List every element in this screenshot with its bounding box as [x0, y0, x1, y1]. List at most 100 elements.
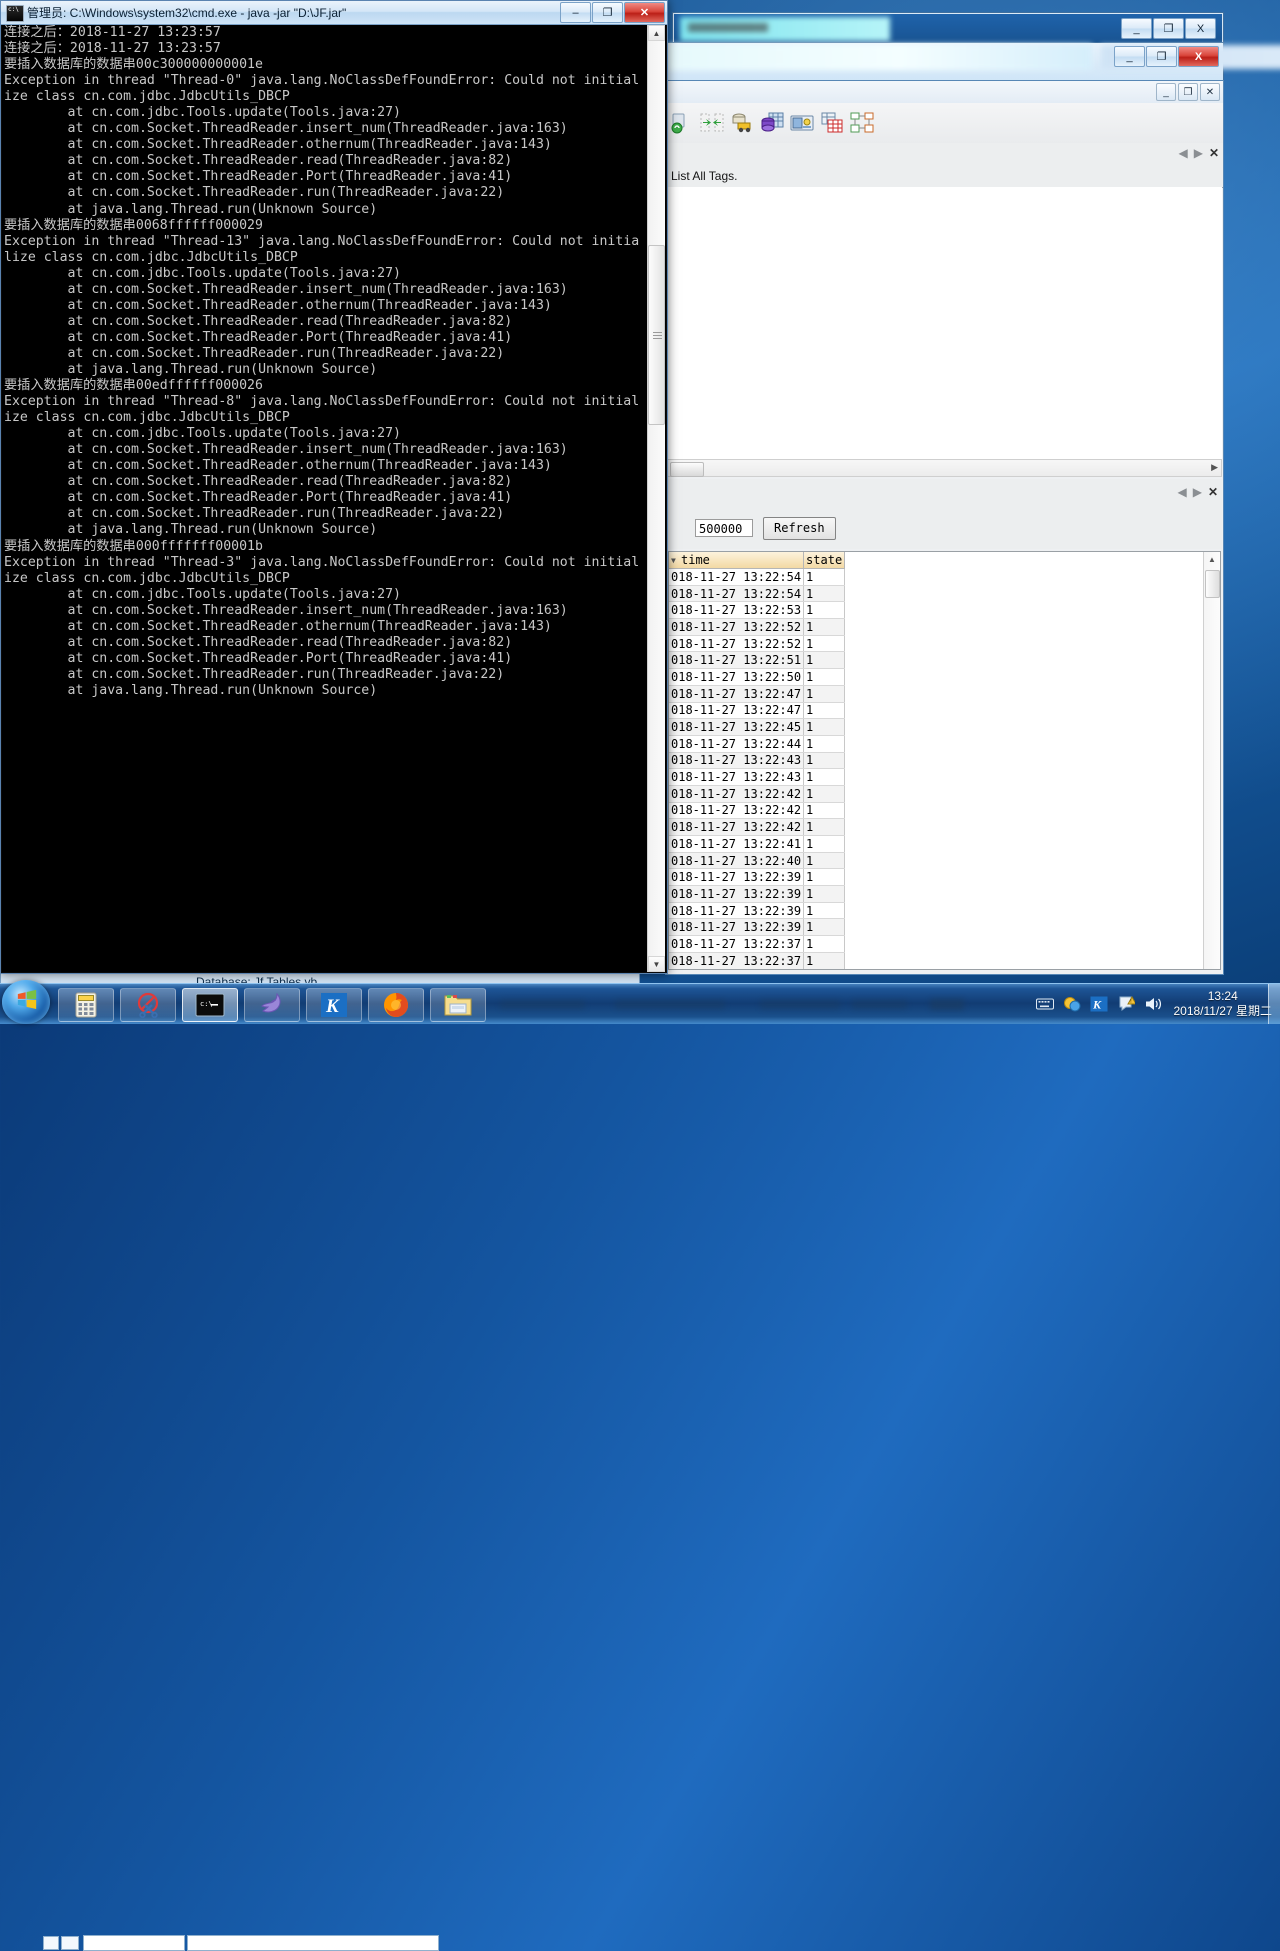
compare-icon[interactable] — [700, 111, 724, 135]
cell-state[interactable]: 1 — [804, 802, 845, 819]
cell-time[interactable]: 018-11-27 13:22:52 — [669, 619, 804, 636]
table-designer-icon[interactable] — [820, 111, 844, 135]
cell-time[interactable]: 018-11-27 13:22:42 — [669, 785, 804, 802]
taskbar-kingsoft[interactable]: K — [306, 988, 362, 1022]
table-row[interactable]: 018-11-27 13:22:521 — [669, 635, 849, 652]
table-row[interactable]: 018-11-27 13:22:521 — [669, 619, 849, 636]
results-scrollbar-thumb[interactable] — [1205, 570, 1220, 598]
cell-time[interactable]: 018-11-27 13:22:39 — [669, 919, 804, 936]
results-table-container[interactable]: ▼ time state 018-11-27 13:22:541018-11-2… — [668, 551, 1221, 970]
column-header-state[interactable]: state — [804, 552, 845, 569]
database-grid-icon[interactable] — [760, 111, 784, 135]
cell-state[interactable]: 1 — [804, 886, 845, 903]
tab-close-icon[interactable]: ✕ — [1209, 146, 1219, 160]
table-row[interactable]: 018-11-27 13:22:401 — [669, 852, 849, 869]
table-row[interactable]: 018-11-27 13:22:471 — [669, 685, 849, 702]
tab2-next-icon[interactable]: ▶ — [1193, 485, 1202, 499]
table-row[interactable]: 018-11-27 13:22:391 — [669, 886, 849, 903]
cell-state[interactable]: 1 — [804, 969, 845, 970]
cmd-close-button[interactable]: ✕ — [624, 2, 665, 23]
cell-time[interactable]: 018-11-27 13:22:36 — [669, 969, 804, 970]
taskbar-explorer[interactable] — [430, 988, 486, 1022]
table-row[interactable]: 018-11-27 13:22:541 — [669, 585, 849, 602]
show-desktop-button[interactable] — [1268, 984, 1280, 1024]
results-scroll-up-icon[interactable]: ▲ — [1204, 552, 1220, 567]
cell-state[interactable]: 1 — [804, 735, 845, 752]
cell-state[interactable]: 1 — [804, 819, 845, 836]
cell-state[interactable]: 1 — [804, 769, 845, 786]
mdi-child-titlebar[interactable]: _ ❐ ✕ — [666, 81, 1223, 104]
cell-time[interactable]: 018-11-27 13:22:50 — [669, 669, 804, 686]
cell-state[interactable]: 1 — [804, 952, 845, 969]
cmd-scrollbar-thumb[interactable] — [648, 245, 665, 425]
bgwin2-maximize-button[interactable]: ❐ — [1146, 46, 1177, 67]
behind-window-combo-1[interactable] — [83, 1935, 185, 1951]
tab-prev-icon[interactable]: ◀ — [1178, 146, 1187, 160]
cell-state[interactable]: 1 — [804, 852, 845, 869]
horizontal-scrollbar[interactable]: ▶ — [667, 459, 1222, 477]
scroll-right-icon[interactable]: ▶ — [1211, 462, 1218, 473]
cell-state[interactable]: 1 — [804, 936, 845, 953]
table-row[interactable]: 018-11-27 13:22:471 — [669, 702, 849, 719]
table-row[interactable]: 018-11-27 13:22:541 — [669, 569, 849, 586]
cell-state[interactable]: 1 — [804, 869, 845, 886]
table-row[interactable]: 018-11-27 13:22:441 — [669, 735, 849, 752]
tab2-prev-icon[interactable]: ◀ — [1177, 485, 1186, 499]
table-row[interactable]: 018-11-27 13:22:531 — [669, 602, 849, 619]
cell-state[interactable]: 1 — [804, 602, 845, 619]
table-row[interactable]: 018-11-27 13:22:411 — [669, 836, 849, 853]
cell-state[interactable]: 1 — [804, 585, 845, 602]
cell-state[interactable]: 1 — [804, 702, 845, 719]
row-count-input[interactable]: 500000 — [695, 519, 753, 537]
app-toolbar[interactable] — [666, 103, 1223, 144]
bgwin1-close-button[interactable]: X — [1185, 18, 1216, 39]
refresh-icon[interactable] — [670, 111, 694, 135]
taskbar-clock[interactable]: 13:24 2018/11/27 星期二 — [1173, 989, 1272, 1019]
taskbar-navicat[interactable] — [244, 988, 300, 1022]
cell-state[interactable]: 1 — [804, 685, 845, 702]
app-tabstrip-secondary[interactable]: ◀ ▶ ✕ — [667, 479, 1222, 508]
cmd-scroll-down-icon[interactable]: ▼ — [648, 956, 665, 972]
windows-taskbar[interactable]: c:\ K — [0, 983, 1280, 1024]
bgwin2-minimize-button[interactable]: _ — [1114, 46, 1145, 67]
start-orb[interactable] — [2, 980, 50, 1024]
cmd-maximize-button[interactable]: ❐ — [592, 2, 623, 23]
table-row[interactable]: 018-11-27 13:22:421 — [669, 802, 849, 819]
taskbar-firefox[interactable] — [368, 988, 424, 1022]
command-prompt-window[interactable]: 管理员: C:\Windows\system32\cmd.exe - java … — [0, 0, 668, 974]
cell-time[interactable]: 018-11-27 13:22:54 — [669, 585, 804, 602]
ime-icon[interactable] — [1063, 995, 1081, 1013]
cell-state[interactable]: 1 — [804, 902, 845, 919]
cell-time[interactable]: 018-11-27 13:22:43 — [669, 752, 804, 769]
table-row[interactable]: 018-11-27 13:22:431 — [669, 769, 849, 786]
cell-time[interactable]: 018-11-27 13:22:42 — [669, 802, 804, 819]
cell-state[interactable]: 1 — [804, 669, 845, 686]
bgwin1-minimize-button[interactable]: _ — [1121, 18, 1152, 39]
volume-icon[interactable] — [1144, 995, 1164, 1013]
table-row[interactable]: 018-11-27 13:22:511 — [669, 652, 849, 669]
horizontal-scrollbar-thumb[interactable] — [670, 462, 704, 477]
table-row[interactable]: 018-11-27 13:22:421 — [669, 819, 849, 836]
sort-descending-icon[interactable]: ▼ — [671, 556, 676, 565]
results-table-body[interactable]: 018-11-27 13:22:541018-11-27 13:22:54101… — [669, 569, 849, 971]
table-row[interactable]: 018-11-27 13:22:361 — [669, 969, 849, 970]
cmd-titlebar[interactable]: 管理员: C:\Windows\system32\cmd.exe - java … — [1, 1, 667, 25]
behind-window-toolbutton-2[interactable] — [61, 1936, 79, 1950]
results-vertical-scrollbar[interactable]: ▲ — [1203, 552, 1220, 969]
cell-state[interactable]: 1 — [804, 619, 845, 636]
action-center-icon[interactable]: ! — [1117, 995, 1135, 1013]
taskbar-calculator[interactable] — [58, 988, 114, 1022]
cell-state[interactable]: 1 — [804, 719, 845, 736]
kingsoft-tray-icon[interactable]: K — [1090, 996, 1108, 1012]
mdi-restore-button[interactable]: ❐ — [1178, 83, 1198, 101]
behind-window-combo-2[interactable] — [187, 1935, 439, 1951]
table-row[interactable]: 018-11-27 13:22:371 — [669, 952, 849, 969]
app-tabstrip[interactable]: ◀ ▶ ✕ — [666, 143, 1223, 166]
cell-time[interactable]: 018-11-27 13:22:51 — [669, 652, 804, 669]
table-row[interactable]: 018-11-27 13:22:391 — [669, 902, 849, 919]
cell-time[interactable]: 018-11-27 13:22:43 — [669, 769, 804, 786]
cell-state[interactable]: 1 — [804, 569, 845, 586]
data-transfer-icon[interactable] — [730, 111, 754, 135]
cell-time[interactable]: 018-11-27 13:22:44 — [669, 735, 804, 752]
cell-time[interactable]: 018-11-27 13:22:40 — [669, 852, 804, 869]
